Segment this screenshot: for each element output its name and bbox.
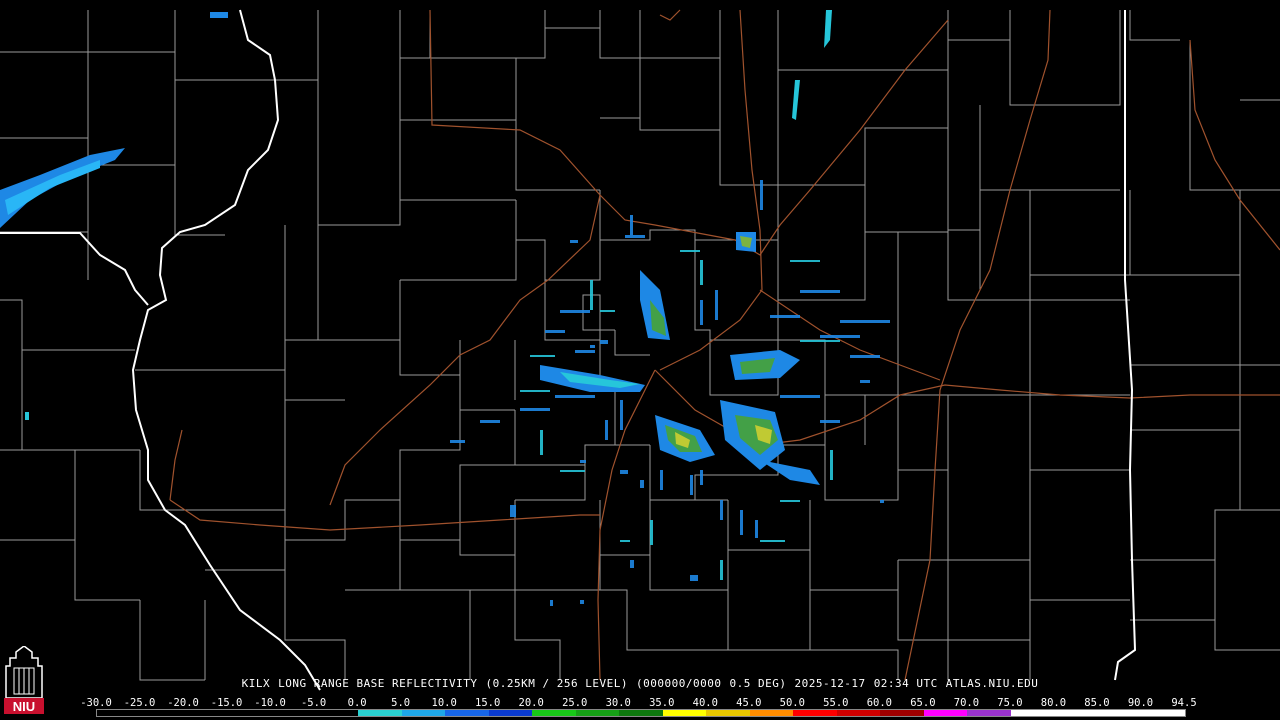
scale-swatch bbox=[575, 710, 620, 716]
scale-swatch bbox=[532, 710, 576, 716]
caption-resolution: (0.25KM / 256 LEVEL) bbox=[485, 677, 628, 690]
scale-swatch bbox=[967, 710, 1011, 716]
scale-label: 15.0 bbox=[475, 697, 501, 709]
scale-label: 10.0 bbox=[431, 697, 457, 709]
scale-swatch bbox=[749, 710, 794, 716]
scale-label: 5.0 bbox=[391, 697, 411, 709]
scale-label: 70.0 bbox=[953, 697, 980, 709]
scale-label: 40.0 bbox=[692, 697, 718, 709]
scale-swatch bbox=[97, 710, 141, 716]
scale-swatch bbox=[662, 710, 707, 716]
scale-swatch bbox=[619, 710, 663, 716]
scale-swatch bbox=[923, 710, 968, 716]
state-borders bbox=[0, 9, 1137, 691]
scale-label: -15.0 bbox=[210, 697, 243, 709]
scale-label: -20.0 bbox=[167, 697, 199, 709]
scale-label: 80.0 bbox=[1040, 697, 1067, 709]
scale-label: 55.0 bbox=[823, 697, 849, 709]
radar-echoes bbox=[0, 10, 890, 606]
radar-map bbox=[0, 0, 1280, 720]
scale-label: 85.0 bbox=[1084, 697, 1110, 709]
scale-swatch bbox=[1097, 710, 1142, 716]
logo-text: NIU bbox=[13, 699, 35, 714]
caption-tilt: 0.5 DEG) bbox=[729, 677, 787, 690]
scale-label: 60.0 bbox=[866, 697, 893, 709]
scale-label: 35.0 bbox=[649, 697, 675, 709]
highways bbox=[169, 9, 1280, 681]
scale-swatch bbox=[793, 710, 837, 716]
caption-station: KILX bbox=[241, 677, 271, 690]
caption-volume: (000000/0000 bbox=[635, 677, 722, 690]
county-lines bbox=[0, 10, 1280, 681]
scale-swatch bbox=[836, 710, 881, 716]
product-caption: KILX LONG RANGE BASE REFLECTIVITY (0.25KM … bbox=[0, 677, 1280, 690]
scale-swatch bbox=[1141, 710, 1185, 716]
scale-label: -5.0 bbox=[300, 697, 327, 709]
scale-swatch bbox=[271, 710, 315, 716]
scale-label: 90.0 bbox=[1127, 697, 1154, 709]
scale-label: 75.0 bbox=[997, 697, 1023, 709]
color-scale-bar bbox=[96, 709, 1186, 717]
scale-label: -10.0 bbox=[254, 697, 286, 709]
caption-time: 02:34 UTC bbox=[873, 677, 938, 690]
scale-swatch bbox=[227, 710, 272, 716]
scale-swatch bbox=[1010, 710, 1055, 716]
scale-swatch bbox=[880, 710, 924, 716]
scale-swatch bbox=[445, 710, 489, 716]
caption-site: ATLAS.NIU.EDU bbox=[945, 677, 1039, 690]
scale-swatch bbox=[184, 710, 228, 716]
scale-swatch bbox=[706, 710, 750, 716]
caption-date: 2025-12-17 bbox=[794, 677, 866, 690]
scale-label: -30.0 bbox=[80, 697, 112, 709]
scale-swatch bbox=[358, 710, 402, 716]
scale-label: 45.0 bbox=[736, 697, 762, 709]
scale-swatch bbox=[140, 710, 185, 716]
scale-label: 20.0 bbox=[518, 697, 544, 709]
scale-swatch bbox=[401, 710, 446, 716]
caption-product: LONG RANGE BASE REFLECTIVITY bbox=[278, 677, 478, 690]
scale-label: 50.0 bbox=[779, 697, 805, 709]
scale-label: 65.0 bbox=[910, 697, 936, 709]
scale-swatch bbox=[314, 710, 359, 716]
scale-label: 0.0 bbox=[347, 697, 367, 709]
scale-label: 25.0 bbox=[562, 697, 588, 709]
scale-swatch bbox=[1054, 710, 1098, 716]
scale-label: 30.0 bbox=[605, 697, 631, 709]
scale-label: 94.5 bbox=[1171, 697, 1197, 709]
color-scale-labels: -30.0 -25.0 -20.0 -15.0 -10.0 -5.0 0.0 5.0 10.0 1… bbox=[80, 697, 1196, 709]
scale-label: -25.0 bbox=[123, 697, 156, 709]
scale-swatch bbox=[488, 710, 533, 716]
